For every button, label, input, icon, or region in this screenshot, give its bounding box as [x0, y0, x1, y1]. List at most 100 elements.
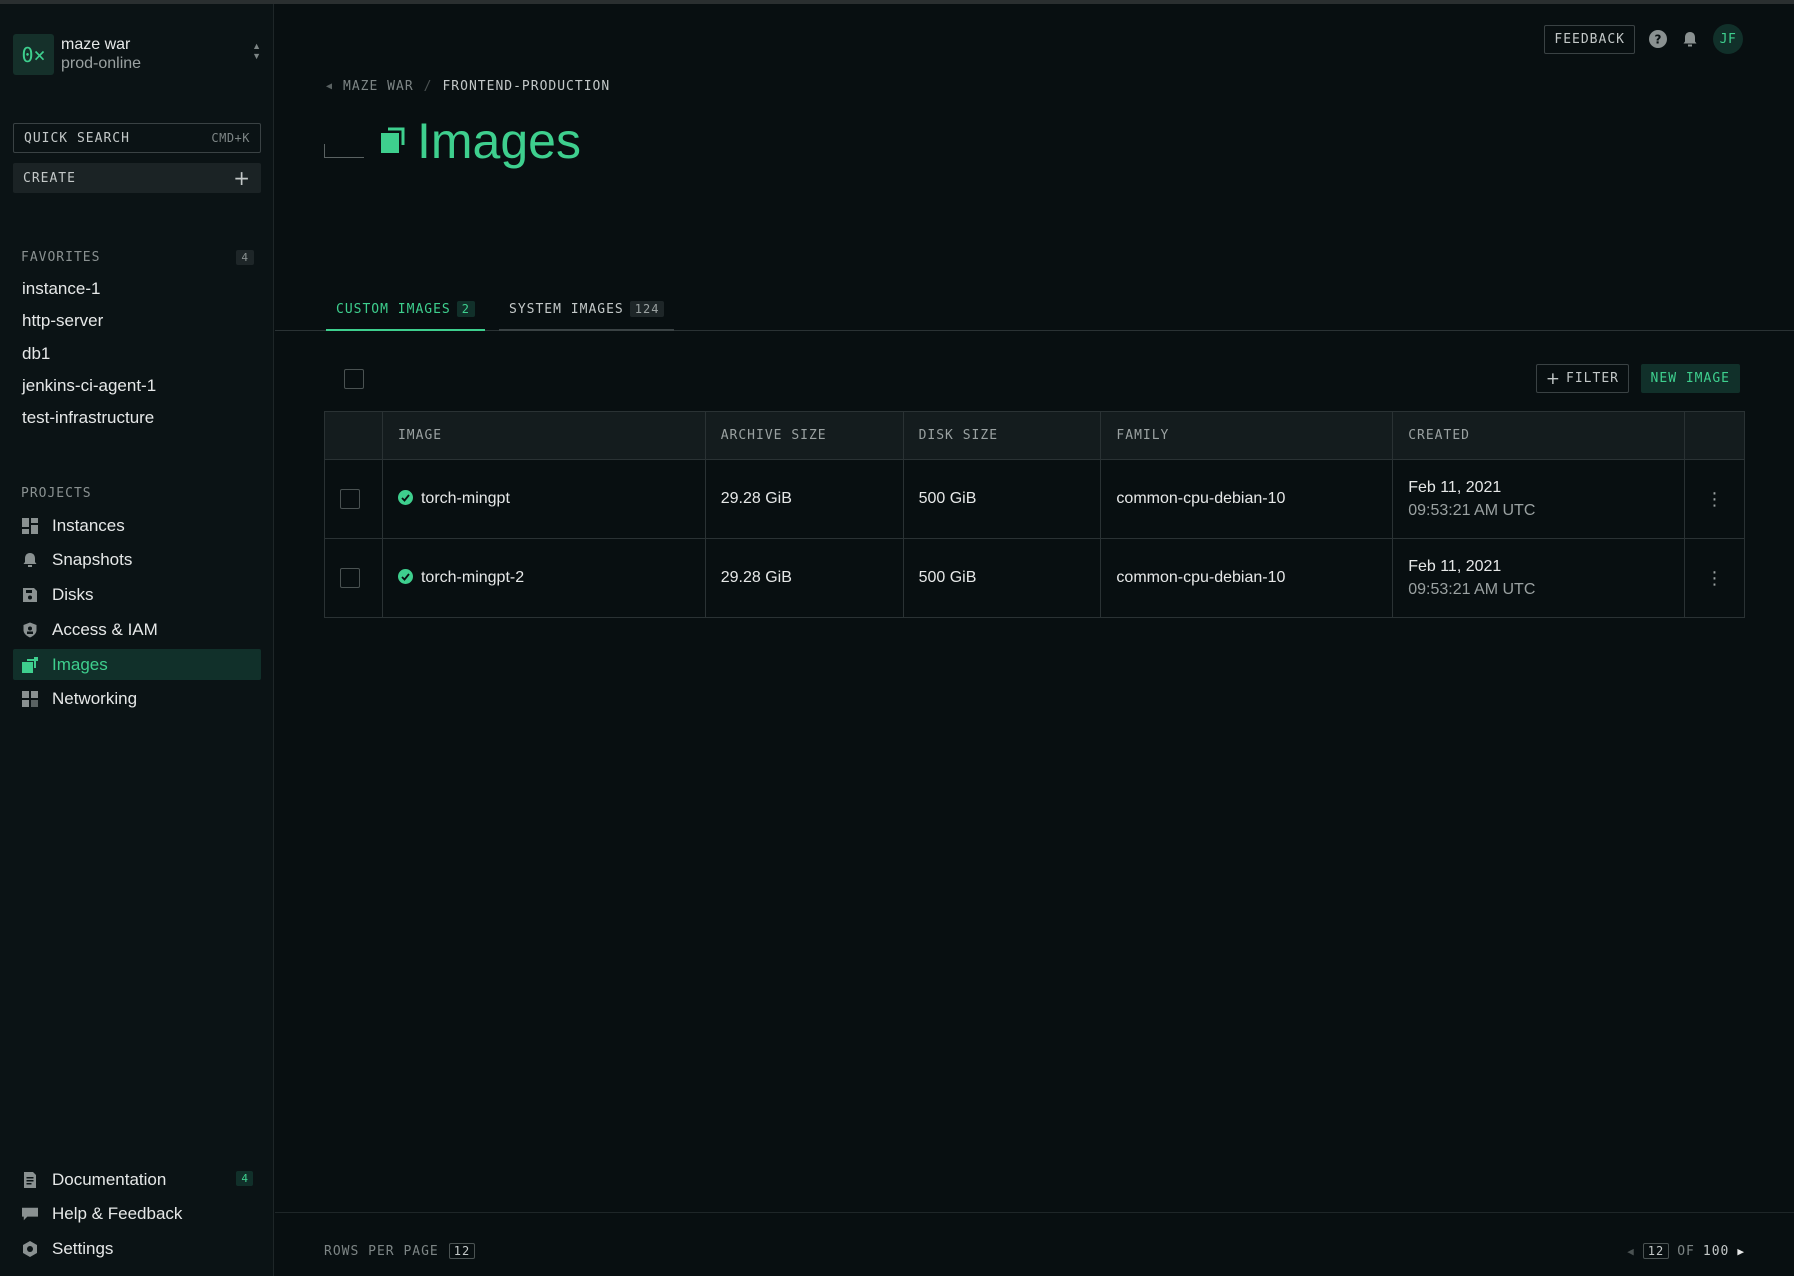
filter-button[interactable]: + FILTER	[1535, 364, 1629, 393]
header-archive-size[interactable]: ARCHIVE SIZE	[705, 411, 904, 460]
back-arrow-icon[interactable]: ◀	[326, 81, 333, 92]
more-actions-icon[interactable]: ⋮	[1700, 489, 1744, 510]
favorites-count-badge: 4	[236, 250, 254, 265]
breadcrumb-parent[interactable]: MAZE WAR	[343, 79, 414, 94]
table-row[interactable]: torch-mingpt 29.28 GiB 500 GiB common-cp…	[324, 459, 1745, 539]
switcher-arrows-icon[interactable]: ▲ ▼	[252, 41, 261, 61]
gear-icon	[22, 1241, 38, 1258]
breadcrumb: ◀ MAZE WAR / FRONTEND-PRODUCTION	[326, 79, 610, 94]
next-page-icon[interactable]: ▶	[1737, 1245, 1745, 1258]
main-content: FEEDBACK ? JF ◀ MAZE WAR / FRONTEND-PROD…	[275, 4, 1794, 1276]
image-name[interactable]: torch-mingpt	[421, 490, 510, 507]
quick-search-input[interactable]: QUICK SEARCH CMD+K	[13, 123, 261, 153]
page-of-label: OF	[1677, 1243, 1695, 1259]
favorites-title: FAVORITES	[21, 250, 101, 265]
created-date: Feb 11, 2021	[1408, 479, 1502, 496]
header-family[interactable]: FAMILY	[1100, 411, 1394, 460]
org-switcher[interactable]: 0× maze war prod-online ▲ ▼	[13, 34, 261, 78]
sidebar-item-label: Disks	[52, 585, 94, 605]
created-date: Feb 11, 2021	[1408, 558, 1502, 575]
quick-search-placeholder: QUICK SEARCH	[24, 130, 130, 146]
breadcrumb-separator: /	[423, 79, 433, 94]
sidebar-item-help-feedback[interactable]: Help & Feedback	[13, 1199, 261, 1230]
breadcrumb-current: FRONTEND-PRODUCTION	[442, 79, 611, 94]
disk-size-cell: 500 GiB	[903, 459, 1102, 539]
sidebar-item-settings[interactable]: Settings	[13, 1234, 261, 1265]
favorites-list: instance-1 http-server db1 jenkins-ci-ag…	[22, 275, 156, 436]
sidebar-item-documentation[interactable]: Documentation 4	[13, 1164, 261, 1195]
favorite-item[interactable]: db1	[22, 340, 156, 372]
select-all-checkbox[interactable]	[344, 369, 364, 389]
page-header: Images	[324, 112, 581, 170]
header-image[interactable]: IMAGE	[382, 411, 706, 460]
document-icon	[22, 1171, 38, 1188]
page-title: Images	[417, 113, 581, 169]
favorite-item[interactable]: jenkins-ci-agent-1	[22, 372, 156, 404]
created-cell: Feb 11, 2021 09:53:21 AM UTC	[1392, 459, 1685, 539]
created-time: 09:53:21 AM UTC	[1408, 502, 1536, 519]
sidebar-item-instances[interactable]: Instances	[13, 510, 261, 541]
org-project: prod-online	[61, 55, 142, 72]
feedback-button[interactable]: FEEDBACK	[1544, 24, 1635, 54]
svg-text:?: ?	[1655, 33, 1662, 47]
sidebar: 0× maze war prod-online ▲ ▼ QUICK SEARCH …	[0, 4, 274, 1276]
disk-size-cell: 500 GiB	[903, 538, 1102, 618]
images-table: IMAGE ARCHIVE SIZE DISK SIZE FAMILY CREA…	[324, 411, 1745, 618]
sidebar-item-label: Images	[52, 654, 108, 674]
favorite-item[interactable]: instance-1	[22, 275, 156, 307]
header-created[interactable]: CREATED	[1392, 411, 1685, 460]
new-image-button[interactable]: NEW IMAGE	[1640, 364, 1740, 393]
tab-system-images[interactable]: SYSTEM IMAGES 124	[499, 289, 675, 331]
row-checkbox[interactable]	[340, 489, 360, 509]
current-page-input[interactable]: 12	[1642, 1243, 1670, 1259]
help-icon[interactable]: ?	[1649, 30, 1667, 48]
favorite-item[interactable]: http-server	[22, 307, 156, 339]
images-icon	[22, 656, 38, 673]
check-circle-icon	[397, 490, 413, 506]
documentation-count-badge: 4	[236, 1171, 253, 1186]
tab-custom-images[interactable]: CUSTOM IMAGES 2	[326, 289, 485, 331]
page-total: 100	[1702, 1243, 1730, 1259]
bell-icon[interactable]	[1681, 30, 1699, 48]
plus-icon: +	[1545, 368, 1562, 389]
rows-per-page-select[interactable]: 12	[448, 1243, 476, 1259]
topbar: FEEDBACK ? JF	[1544, 24, 1743, 54]
projects-title: PROJECTS	[21, 486, 92, 501]
filter-label: FILTER	[1566, 371, 1619, 386]
more-actions-icon[interactable]: ⋮	[1700, 568, 1744, 589]
sidebar-item-disks[interactable]: Disks	[13, 580, 261, 611]
sidebar-item-snapshots[interactable]: Snapshots	[13, 545, 261, 576]
tab-label: SYSTEM IMAGES	[509, 301, 624, 317]
networking-icon	[22, 691, 38, 708]
image-name[interactable]: torch-mingpt-2	[421, 569, 524, 586]
pagination: ◀ 12 OF 100 ▶	[1627, 1243, 1745, 1259]
check-circle-icon	[397, 569, 413, 585]
sidebar-item-label: Documentation	[52, 1169, 167, 1189]
header-select	[324, 411, 383, 460]
sidebar-item-label: Settings	[52, 1239, 114, 1259]
sidebar-item-label: Instances	[52, 515, 125, 535]
tab-bar: CUSTOM IMAGES 2 SYSTEM IMAGES 124	[275, 289, 1794, 331]
create-button[interactable]: CREATE +	[13, 163, 261, 193]
instances-icon	[22, 517, 38, 534]
favorite-item[interactable]: test-infrastructure	[22, 404, 156, 436]
sidebar-item-label: Access & IAM	[52, 619, 158, 639]
prev-page-icon[interactable]: ◀	[1627, 1245, 1635, 1258]
header-disk-size[interactable]: DISK SIZE	[903, 411, 1102, 460]
shield-icon	[22, 622, 38, 638]
tab-label: CUSTOM IMAGES	[336, 301, 451, 317]
sidebar-item-access-iam[interactable]: Access & IAM	[13, 614, 261, 645]
sidebar-item-images[interactable]: Images	[13, 649, 261, 681]
archive-size-cell: 29.28 GiB	[705, 459, 904, 539]
org-logo: 0×	[13, 34, 54, 75]
sidebar-item-label: Snapshots	[52, 550, 133, 570]
org-name: maze war	[61, 36, 131, 53]
rows-per-page: ROWS PER PAGE 12	[324, 1243, 476, 1259]
avatar[interactable]: JF	[1713, 24, 1743, 54]
row-checkbox[interactable]	[340, 568, 360, 588]
table-footer: ROWS PER PAGE 12 ◀ 12 OF 100 ▶	[275, 1212, 1794, 1276]
title-connector-line	[324, 144, 364, 158]
plus-icon: +	[233, 166, 251, 190]
sidebar-item-networking[interactable]: Networking	[13, 684, 261, 715]
table-row[interactable]: torch-mingpt-2 29.28 GiB 500 GiB common-…	[324, 538, 1745, 618]
